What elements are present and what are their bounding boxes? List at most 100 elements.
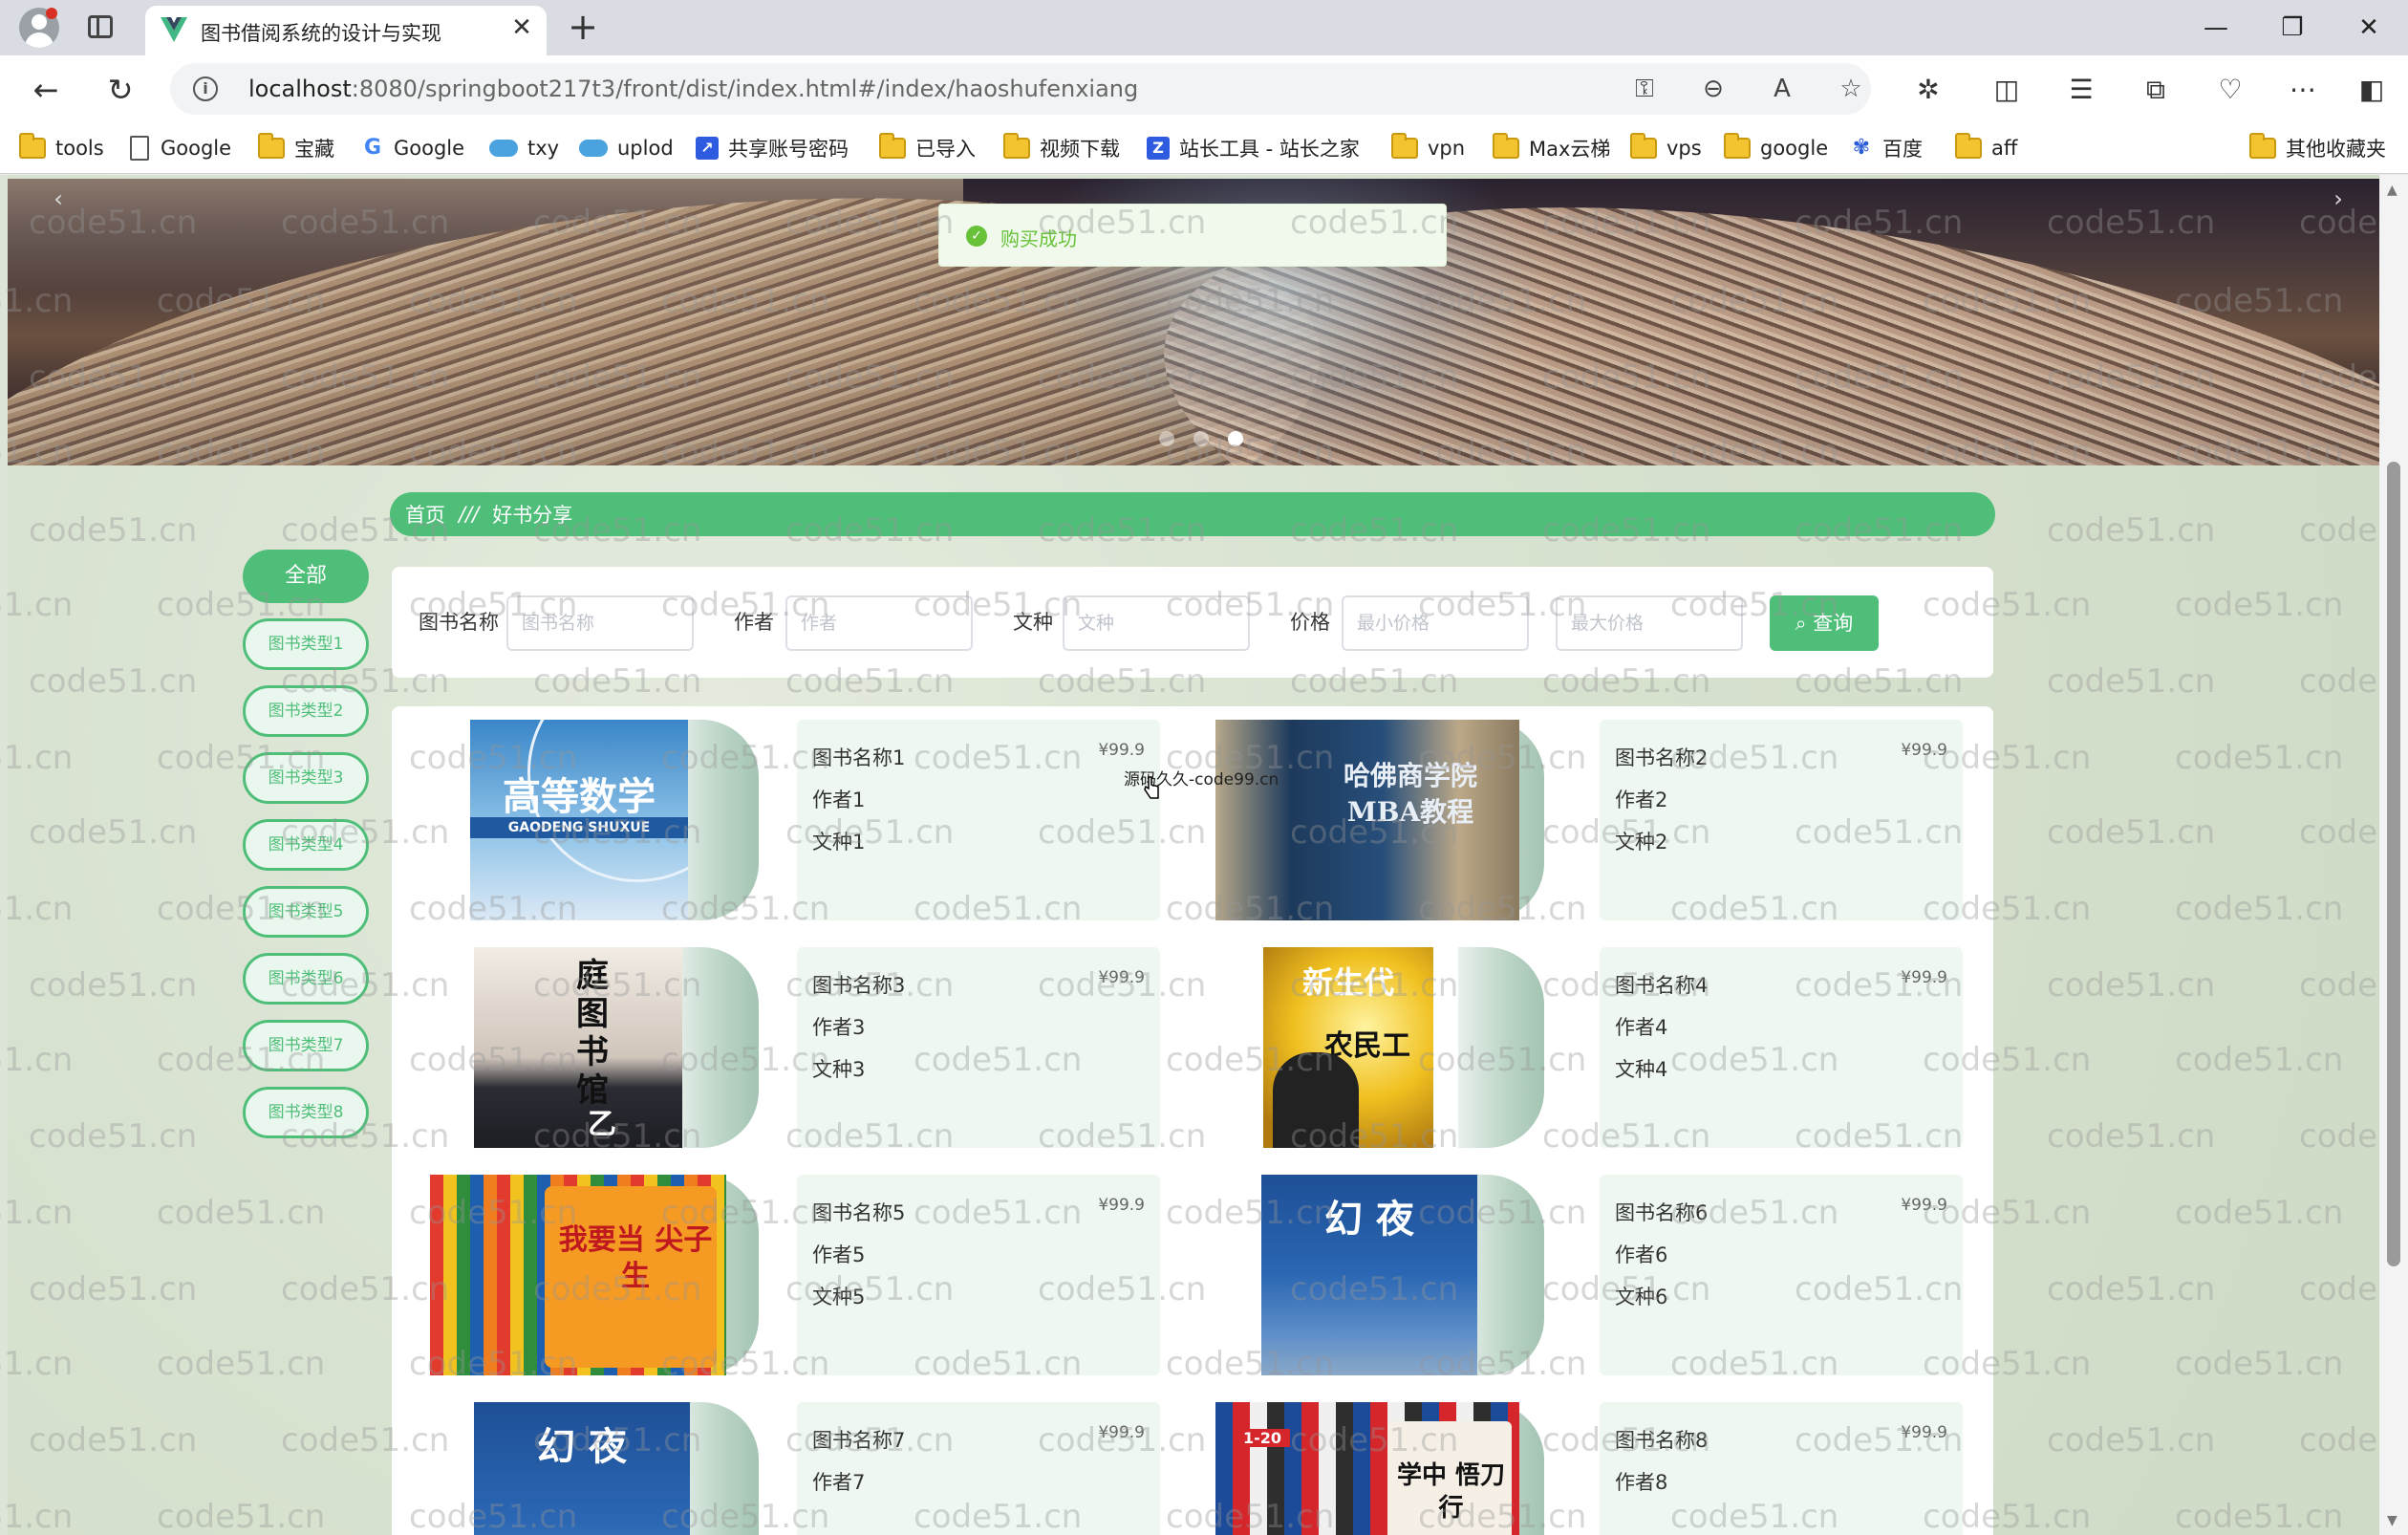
close-window-icon[interactable]: ✕ (2347, 10, 2391, 46)
new-tab-icon[interactable]: + (564, 9, 602, 47)
bookmark-max[interactable]: Max云梯 (1493, 133, 1610, 162)
reload-icon[interactable]: ↻ (99, 69, 141, 111)
book-cover-4[interactable]: 新生代 农民工 (1215, 947, 1544, 1148)
book-cover-2[interactable]: 哈佛商学院 MBA教程 (1215, 720, 1544, 920)
scroll-up-arrow-icon[interactable]: ▲ (2387, 183, 2397, 198)
site-info-icon[interactable]: i (193, 76, 218, 101)
cover-image: 我要当 尖子生 (430, 1175, 726, 1375)
book-author: 作者4 (1615, 1016, 1668, 1039)
carousel-next-icon[interactable]: › (2324, 184, 2353, 213)
author-input[interactable] (785, 595, 973, 651)
search-panel: 图书名称 作者 文种 价格 ⌕ 查询 (392, 567, 1993, 678)
book-info-card[interactable]: 图书名称1 作者1 文种1 ¥99.9 (797, 720, 1160, 920)
address-bar: ← ↻ i localhost:8080/springboot217t3/fro… (0, 55, 2408, 122)
book-language: 文种4 (1615, 1058, 1668, 1081)
sidebar-icon[interactable]: ◧ (2353, 71, 2391, 109)
book-cover-8[interactable]: 学中 悟刀行 1-20 (1215, 1402, 1544, 1535)
category-button[interactable]: 图书类型7 (243, 1020, 369, 1071)
carousel-dot-active[interactable] (1228, 431, 1243, 446)
category-button[interactable]: 图书类型2 (243, 685, 369, 737)
close-tab-icon[interactable]: ✕ (506, 12, 537, 43)
category-list: 全部 图书类型1 图书类型2 图书类型3 图书类型4 图书类型5 图书类型6 图… (243, 550, 369, 1154)
zoom-out-icon[interactable]: ⊖ (1697, 73, 1730, 105)
vertical-scrollbar[interactable]: ▲ ▼ (2379, 175, 2408, 1535)
back-icon[interactable]: ← (25, 69, 67, 111)
book-cover-1[interactable]: 高等数学 GAODENG SHUXUE (430, 720, 759, 920)
bookmark-vpn[interactable]: vpn (1391, 133, 1466, 162)
book-language: 文种5 (812, 1286, 866, 1308)
url-text[interactable]: localhost:8080/springboot217t3/front/dis… (248, 76, 1138, 102)
bookmark-label: Google (161, 137, 232, 160)
other-bookmarks[interactable]: 其他收藏夹 (2249, 133, 2386, 162)
carousel-prev-icon[interactable]: ‹ (44, 184, 73, 213)
tab-actions-icon[interactable] (88, 15, 113, 38)
category-button[interactable]: 图书类型8 (243, 1087, 369, 1138)
cover-title: 幻 夜 (1324, 1197, 1414, 1242)
more-menu-icon[interactable]: ⋯ (2284, 71, 2322, 109)
book-name-input[interactable] (506, 595, 694, 651)
browser-tab-active[interactable]: 图书借阅系统的设计与实现 ✕ (145, 6, 547, 55)
bookmark-label: 百度 (1882, 138, 1923, 161)
category-button[interactable]: 图书类型1 (243, 618, 369, 670)
search-button[interactable]: ⌕ 查询 (1770, 595, 1879, 651)
bookmark-google-page[interactable]: Google (130, 134, 231, 162)
favorite-star-icon[interactable]: ☆ (1835, 73, 1867, 105)
bookmark-txy[interactable]: txy (489, 134, 559, 162)
omnibox[interactable]: i localhost:8080/springboot217t3/front/d… (170, 63, 1871, 115)
bookmark-tools[interactable]: tools (19, 133, 104, 162)
bookmark-baidu[interactable]: ✾ 百度 (1850, 134, 1923, 162)
bookmark-label: tools (55, 137, 104, 160)
bookmark-chinaz[interactable]: Z 站长工具 - 站长之家 (1147, 134, 1360, 162)
collections-icon[interactable]: ⧉ (2137, 71, 2175, 109)
carousel-dot[interactable] (1193, 431, 1209, 446)
language-input[interactable] (1063, 595, 1250, 651)
cover-image: 幻 夜 (1261, 1175, 1477, 1375)
book-name: 图书名称1 (812, 746, 906, 769)
bookmark-imported[interactable]: 已导入 (879, 133, 976, 162)
book-author: 作者7 (812, 1471, 866, 1494)
bookmark-label: vpn (1428, 137, 1466, 160)
bookmark-google[interactable]: G Google (361, 134, 464, 162)
bookmark-aff[interactable]: aff (1955, 133, 2017, 162)
extensions-icon[interactable]: ✲ (1909, 71, 1947, 109)
split-screen-icon[interactable]: ◫ (1988, 71, 2026, 109)
language-label: 文种 (1013, 611, 1053, 634)
page-viewport: ‹ › ✓ 购买成功 首页 /// 好书分享 全部 图书类型1 图书类型2 图书… (0, 175, 2408, 1535)
category-button[interactable]: 图书类型3 (243, 752, 369, 804)
book-info-card[interactable]: 图书名称4 作者4 文种4 ¥99.9 (1600, 947, 1963, 1148)
category-button[interactable]: 图书类型5 (243, 886, 369, 938)
book-info-card[interactable]: 图书名称3 作者3 文种3 ¥99.9 (797, 947, 1160, 1148)
minimize-icon[interactable]: — (2194, 10, 2238, 46)
cover-title: 庭图书馆 (576, 957, 609, 1110)
breadcrumb-home[interactable]: 首页 (405, 500, 445, 529)
restore-icon[interactable]: ❐ (2270, 10, 2314, 46)
bookmark-shared-accounts[interactable]: ↗ 共享账号密码 (696, 134, 849, 162)
max-price-input[interactable] (1556, 595, 1743, 651)
bookmark-baozang[interactable]: 宝藏 (258, 133, 334, 162)
carousel-dot[interactable] (1159, 431, 1174, 446)
book-info-card[interactable]: 图书名称8 作者8 ¥99.9 (1600, 1402, 1963, 1535)
bookmark-video-download[interactable]: 视频下载 (1003, 133, 1120, 162)
min-price-input[interactable] (1342, 595, 1529, 651)
book-cover-5[interactable]: 我要当 尖子生 (430, 1175, 759, 1375)
category-button[interactable]: 图书类型4 (243, 819, 369, 871)
favorites-icon[interactable]: ☰ (2062, 71, 2100, 109)
key-icon[interactable]: ⚿ (1628, 73, 1661, 105)
book-info-card[interactable]: 图书名称2 作者2 文种2 ¥99.9 (1600, 720, 1963, 920)
book-info-card[interactable]: 图书名称6 作者6 文种6 ¥99.9 (1600, 1175, 1963, 1375)
book-cover-3[interactable]: 庭图书馆 乙 (430, 947, 759, 1148)
scrollbar-thumb[interactable] (2387, 462, 2400, 1266)
book-cover-6[interactable]: 幻 夜 (1215, 1175, 1544, 1375)
bookmark-google-folder[interactable]: google (1724, 133, 1828, 162)
book-cover-7[interactable]: 幻 夜 (430, 1402, 759, 1535)
bookmark-uplod[interactable]: uplod (579, 134, 674, 162)
category-button[interactable]: 图书类型6 (243, 953, 369, 1005)
scroll-down-arrow-icon[interactable]: ▼ (2387, 1513, 2397, 1528)
book-info-card[interactable]: 图书名称5 作者5 文种5 ¥99.9 (797, 1175, 1160, 1375)
book-info-card[interactable]: 图书名称7 作者7 ¥99.9 (797, 1402, 1160, 1535)
performance-icon[interactable]: ♡ (2211, 71, 2249, 109)
bookmark-vps[interactable]: vps (1630, 133, 1702, 162)
category-all-button[interactable]: 全部 (243, 550, 369, 603)
page-icon (130, 136, 149, 161)
read-aloud-icon[interactable]: A (1766, 73, 1798, 105)
